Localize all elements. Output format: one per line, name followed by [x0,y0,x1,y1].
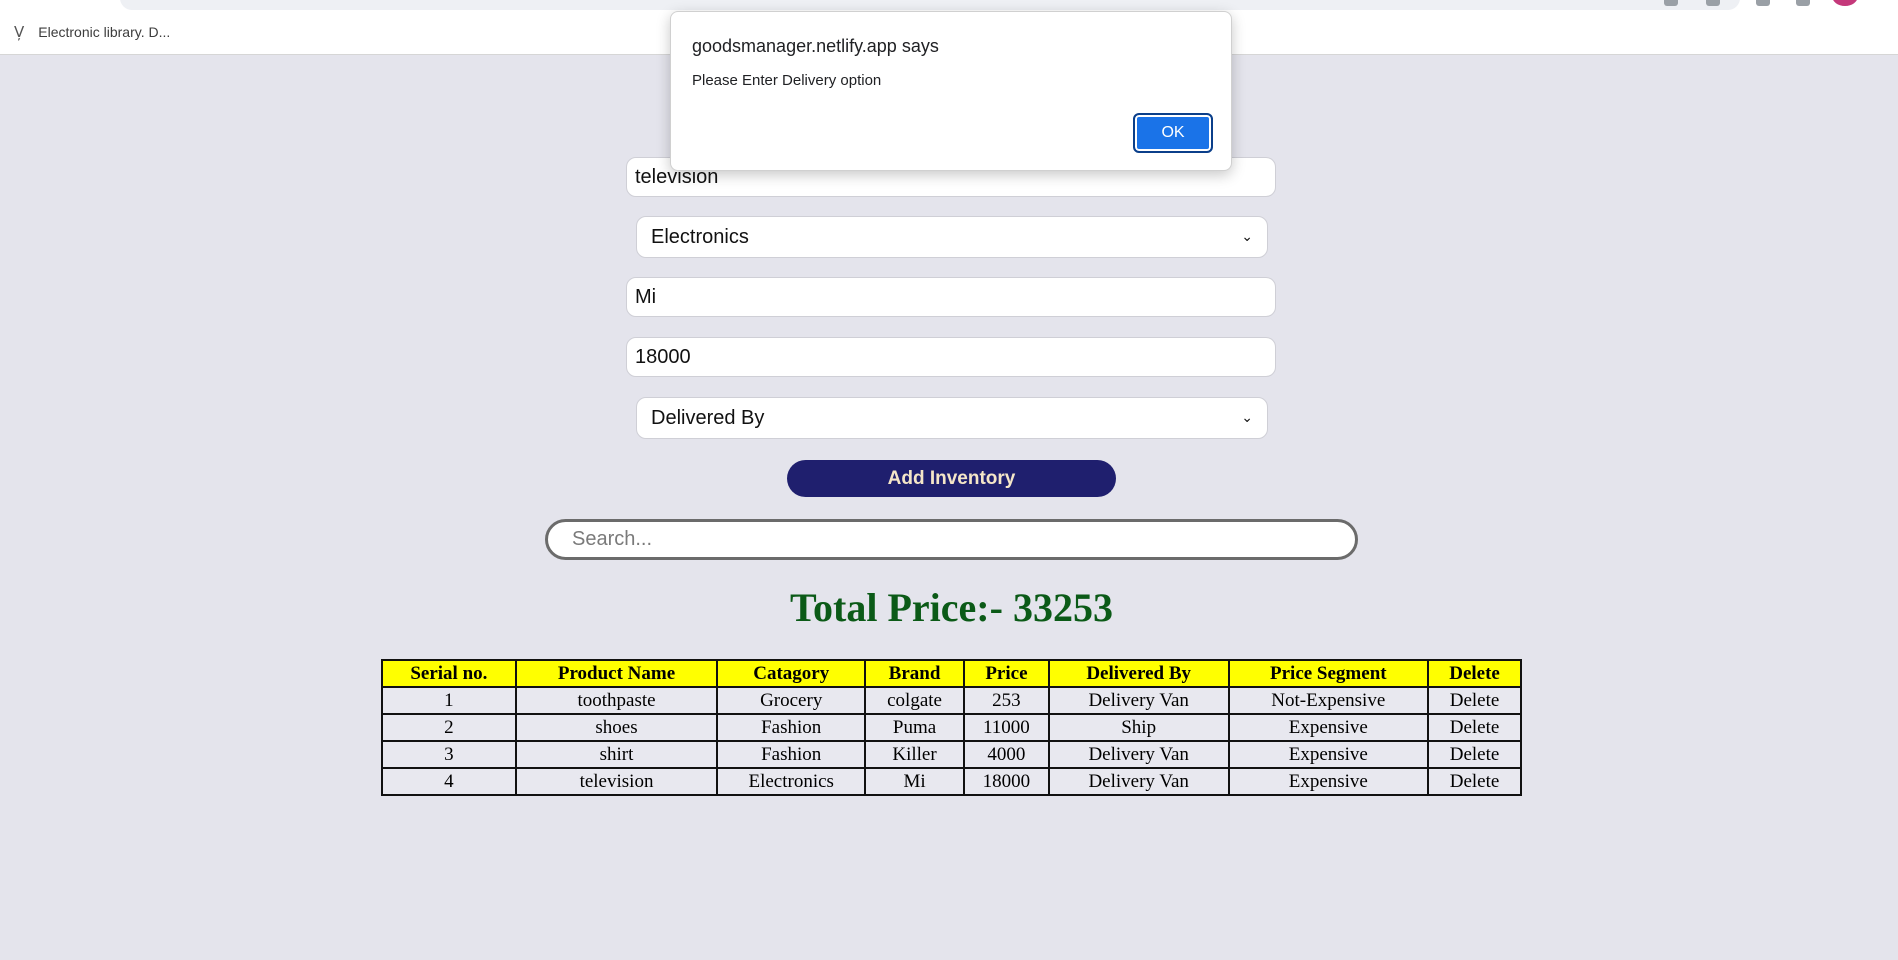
delivery-value: Delivered By [651,406,765,429]
header-product-name: Product Name [514,659,719,688]
cell-product-name: toothpaste [514,686,719,715]
cell-price-segment: Expensive [1227,767,1430,796]
table-header-row: Serial no. Product Name Catagory Brand P… [381,659,1522,688]
search-placeholder: Search... [572,528,653,550]
ok-button[interactable]: OK [1133,113,1213,153]
delete-button[interactable]: Delete [1427,740,1522,769]
table-row: 2 shoes Fashion Puma 11000 Ship Expensiv… [381,713,1522,742]
delete-button[interactable]: Delete [1427,686,1522,715]
cell-category: Fashion [716,740,867,769]
cell-price-segment: Expensive [1227,740,1430,769]
cell-serial: 2 [381,713,517,742]
chevron-down-icon: ⌄ [1241,229,1253,245]
search-input[interactable]: Search... [545,519,1358,560]
price-value: 18000 [635,345,691,368]
price-input[interactable]: 18000 [626,337,1276,377]
cell-delivered-by: Delivery Van [1047,767,1230,796]
cell-product-name: television [514,767,719,796]
cell-delivered-by: Delivery Van [1047,740,1230,769]
cell-delivered-by: Delivery Van [1047,686,1230,715]
cell-brand: Killer [864,740,965,769]
header-brand: Brand [864,659,965,688]
bookmark-favicon-icon: V̦ [14,23,25,41]
header-price: Price [962,659,1050,688]
header-category: Catagory [716,659,867,688]
dialog-message: Please Enter Delivery option [692,72,882,89]
cell-price: 253 [962,686,1050,715]
bookmark-label: Electronic library. D... [38,24,171,40]
header-delete: Delete [1427,659,1522,688]
cell-brand: Puma [864,713,965,742]
delete-button[interactable]: Delete [1427,713,1522,742]
bookmark-item[interactable]: V̦ Electronic library. D... [14,22,170,42]
delivery-select[interactable]: Delivered By ⌄ [636,397,1268,439]
inventory-table: Serial no. Product Name Catagory Brand P… [381,659,1522,796]
header-serial: Serial no. [381,659,517,688]
header-delivered-by: Delivered By [1047,659,1230,688]
cell-delivered-by: Ship [1047,713,1230,742]
alert-dialog: goodsmanager.netlify.app says Please Ent… [670,11,1232,171]
dialog-title: goodsmanager.netlify.app says [692,36,939,56]
star-icon[interactable] [1706,0,1720,6]
table-row: 3 shirt Fashion Killer 4000 Delivery Van… [381,740,1522,769]
header-price-segment: Price Segment [1227,659,1430,688]
cell-category: Grocery [716,686,867,715]
cell-price: 11000 [962,713,1050,742]
cell-category: Electronics [716,767,867,796]
cell-product-name: shoes [514,713,719,742]
add-inventory-button[interactable]: Add Inventory [787,460,1116,497]
cell-price: 4000 [962,740,1050,769]
sidebar-icon[interactable] [1796,0,1810,6]
cell-price-segment: Expensive [1227,713,1430,742]
total-price: Total Price:- 33253 [790,585,1113,630]
table-row: 1 toothpaste Grocery colgate 253 Deliver… [381,686,1522,715]
category-value: Electronics [651,225,749,248]
category-select[interactable]: Electronics ⌄ [636,216,1268,258]
delete-button[interactable]: Delete [1427,767,1522,796]
cell-price: 18000 [962,767,1050,796]
brand-input[interactable]: Mi [626,277,1276,317]
cell-category: Fashion [716,713,867,742]
chevron-down-icon: ⌄ [1241,410,1253,426]
cell-serial: 3 [381,740,517,769]
cell-price-segment: Not-Expensive [1227,686,1430,715]
table-row: 4 television Electronics Mi 18000 Delive… [381,767,1522,796]
cell-product-name: shirt [514,740,719,769]
brand-value: Mi [635,285,657,308]
cell-serial: 1 [381,686,517,715]
puzzle-icon[interactable] [1756,0,1770,6]
cell-serial: 4 [381,767,517,796]
cell-brand: Mi [864,767,965,796]
cell-brand: colgate [864,686,965,715]
profile-avatar[interactable] [1832,0,1858,6]
extension-icon[interactable] [1664,0,1678,6]
address-bar[interactable] [120,0,1740,10]
